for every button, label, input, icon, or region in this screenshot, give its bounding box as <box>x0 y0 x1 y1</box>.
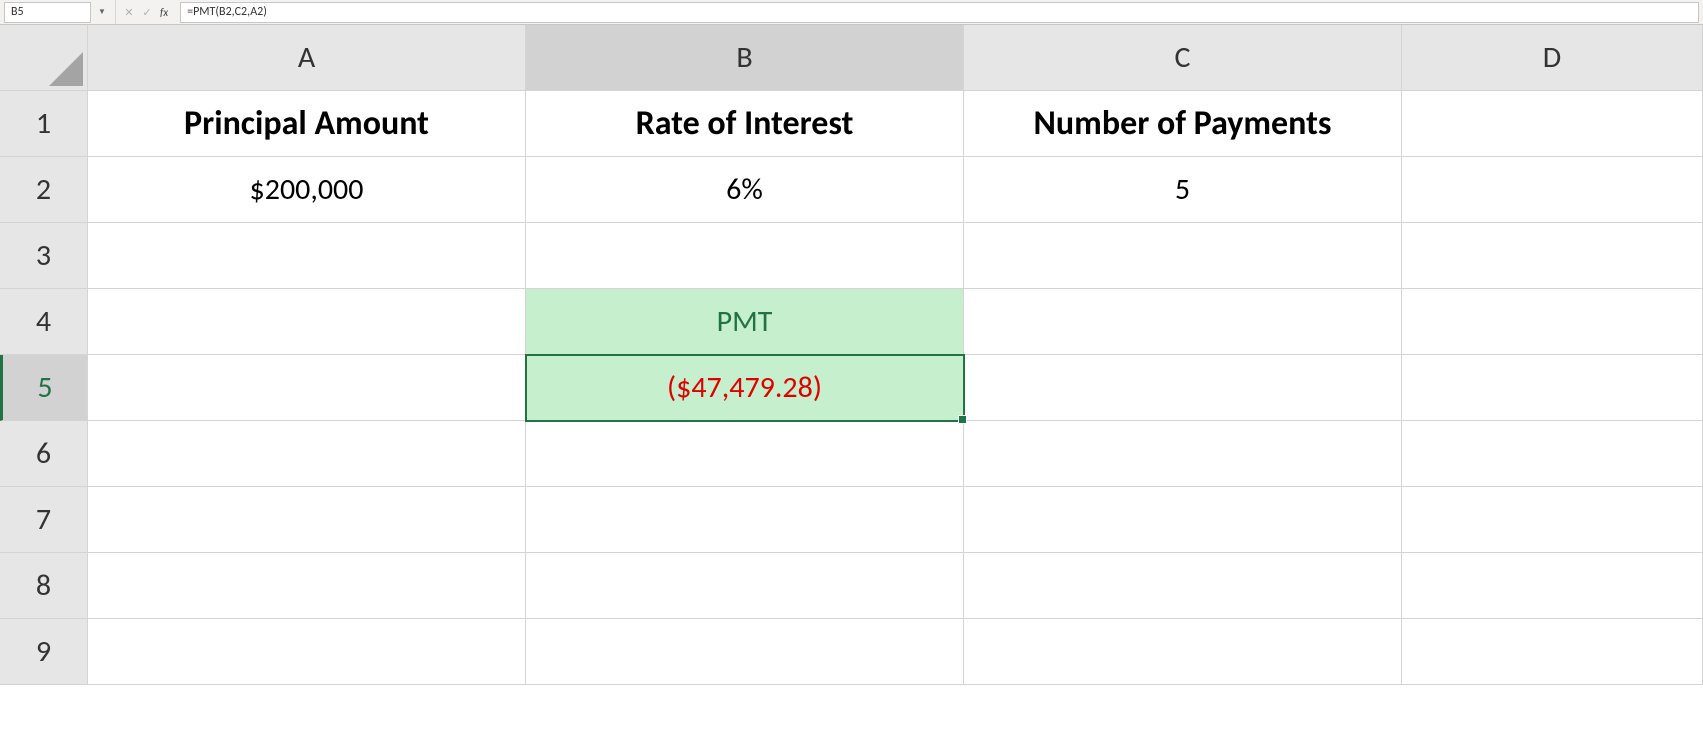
formula-input[interactable]: =PMT(B2,C2,A2) <box>180 2 1699 23</box>
row-header-7[interactable]: 7 <box>0 487 88 553</box>
cell-B5[interactable]: ($47,479.28) <box>526 355 964 421</box>
row-label: 2 <box>36 171 51 208</box>
cell-A4[interactable] <box>88 289 526 355</box>
cell-A2[interactable]: $200,000 <box>88 157 526 223</box>
cell-C5[interactable] <box>964 355 1402 421</box>
cell-A7[interactable] <box>88 487 526 553</box>
name-box-value: B5 <box>11 5 24 19</box>
cell-value: Rate of Interest <box>636 103 854 144</box>
cell-C4[interactable] <box>964 289 1402 355</box>
cell-value: ($47,479.28) <box>667 369 822 406</box>
cell-value: Number of Payments <box>1034 103 1332 144</box>
fx-icon[interactable]: fx <box>160 6 168 19</box>
cell-A9[interactable] <box>88 619 526 685</box>
select-all-corner[interactable] <box>0 25 88 91</box>
cell-C3[interactable] <box>964 223 1402 289</box>
row-header-4[interactable]: 4 <box>0 289 88 355</box>
cell-value: Principal Amount <box>184 103 429 144</box>
col-label: C <box>1175 39 1191 76</box>
cell-C1[interactable]: Number of Payments <box>964 91 1402 157</box>
cell-B1[interactable]: Rate of Interest <box>526 91 964 157</box>
col-label: A <box>298 39 315 76</box>
cell-D6[interactable] <box>1402 421 1703 487</box>
name-box[interactable]: B5 <box>4 2 91 23</box>
cell-C7[interactable] <box>964 487 1402 553</box>
cell-value: 6% <box>726 171 763 208</box>
row-header-6[interactable]: 6 <box>0 421 88 487</box>
cell-B6[interactable] <box>526 421 964 487</box>
cell-D4[interactable] <box>1402 289 1703 355</box>
cell-D9[interactable] <box>1402 619 1703 685</box>
cell-B4[interactable]: PMT <box>526 289 964 355</box>
row-header-1[interactable]: 1 <box>0 91 88 157</box>
cell-D2[interactable] <box>1402 157 1703 223</box>
formula-bar: B5 ▼ ✕ ✓ fx =PMT(B2,C2,A2) <box>0 0 1703 25</box>
cell-A6[interactable] <box>88 421 526 487</box>
cell-B2[interactable]: 6% <box>526 157 964 223</box>
cell-A5[interactable] <box>88 355 526 421</box>
row-header-9[interactable]: 9 <box>0 619 88 685</box>
cell-D1[interactable] <box>1402 91 1703 157</box>
row-label: 7 <box>36 501 51 538</box>
cell-B3[interactable] <box>526 223 964 289</box>
row-label: 6 <box>36 435 51 472</box>
row-label: 9 <box>36 633 51 670</box>
cell-C8[interactable] <box>964 553 1402 619</box>
cell-A3[interactable] <box>88 223 526 289</box>
cell-B9[interactable] <box>526 619 964 685</box>
name-box-dropdown-icon[interactable]: ▼ <box>95 2 109 23</box>
col-label: B <box>736 39 752 76</box>
cell-A8[interactable] <box>88 553 526 619</box>
row-label: 5 <box>37 369 52 406</box>
row-label: 4 <box>36 303 51 340</box>
cell-B8[interactable] <box>526 553 964 619</box>
row-header-3[interactable]: 3 <box>0 223 88 289</box>
column-header-A[interactable]: A <box>88 25 526 91</box>
cell-A1[interactable]: Principal Amount <box>88 91 526 157</box>
formula-controls: ✕ ✓ fx <box>115 0 176 24</box>
cell-value: 5 <box>1175 171 1190 208</box>
cell-B7[interactable] <box>526 487 964 553</box>
row-label: 8 <box>36 567 51 604</box>
col-label: D <box>1543 39 1561 76</box>
cell-D7[interactable] <box>1402 487 1703 553</box>
column-header-B[interactable]: B <box>526 25 964 91</box>
row-label: 3 <box>36 237 51 274</box>
cell-D5[interactable] <box>1402 355 1703 421</box>
cell-C6[interactable] <box>964 421 1402 487</box>
cell-C9[interactable] <box>964 619 1402 685</box>
formula-text: =PMT(B2,C2,A2) <box>187 5 267 19</box>
spreadsheet-grid: A B C D 1 Principal Amount Rate of Inter… <box>0 25 1703 685</box>
row-header-5[interactable]: 5 <box>0 355 88 421</box>
cell-D3[interactable] <box>1402 223 1703 289</box>
cell-D8[interactable] <box>1402 553 1703 619</box>
column-header-C[interactable]: C <box>964 25 1402 91</box>
cell-C2[interactable]: 5 <box>964 157 1402 223</box>
row-header-2[interactable]: 2 <box>0 157 88 223</box>
cancel-formula-icon[interactable]: ✕ <box>122 6 136 19</box>
row-header-8[interactable]: 8 <box>0 553 88 619</box>
row-label: 1 <box>36 105 51 142</box>
cell-value: PMT <box>717 303 773 340</box>
enter-formula-icon[interactable]: ✓ <box>140 6 154 19</box>
cell-value: $200,000 <box>250 171 364 208</box>
column-header-D[interactable]: D <box>1402 25 1703 91</box>
